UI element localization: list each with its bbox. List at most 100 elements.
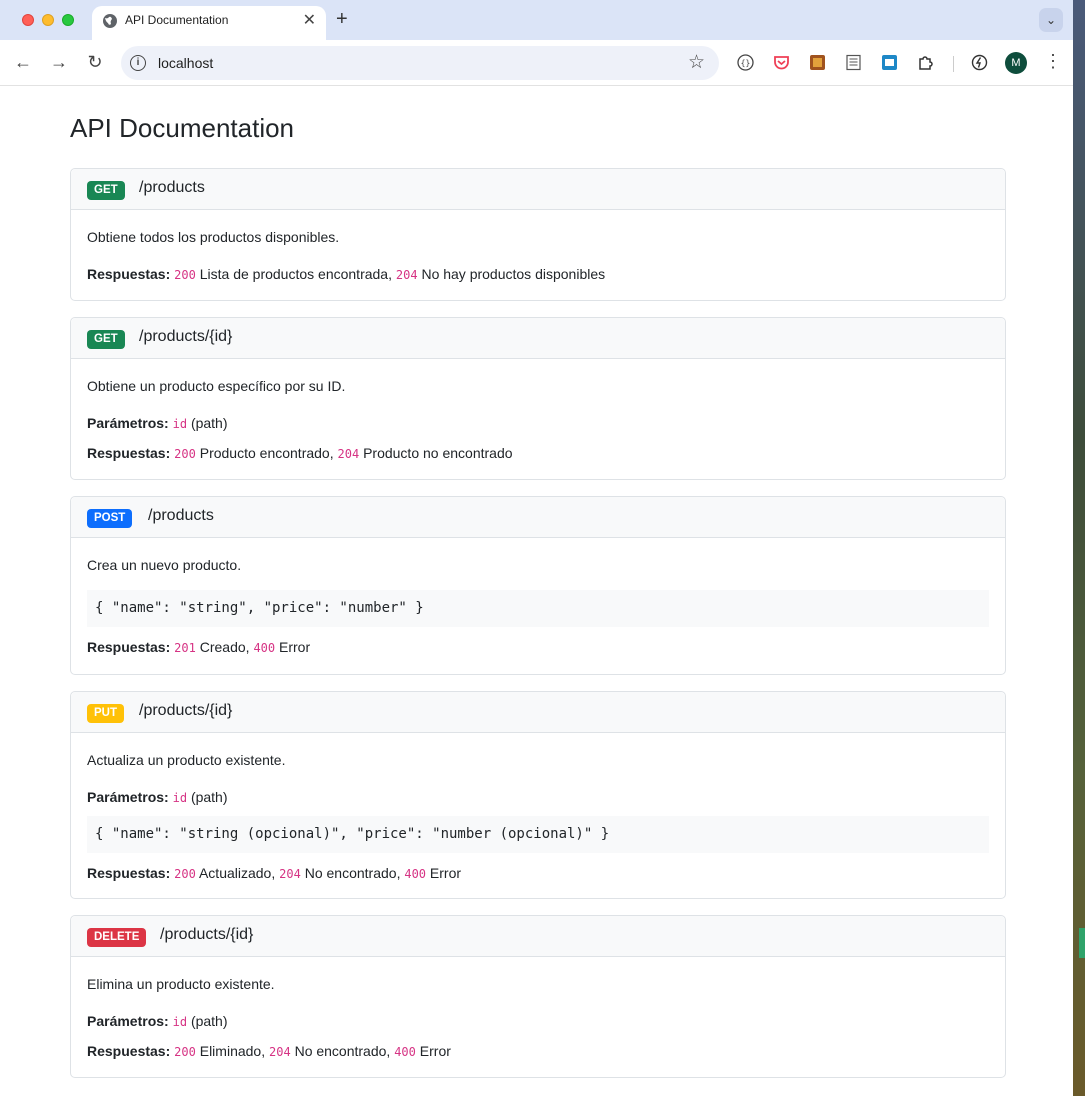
responses-label: Respuestas: xyxy=(87,1043,171,1059)
param-kind: (path) xyxy=(190,789,228,805)
endpoint-path: /products/{id} xyxy=(139,702,233,719)
status-code: 200 xyxy=(174,268,196,282)
tab-api-documentation[interactable]: API Documentation ✕ xyxy=(92,6,326,40)
zoom-window-button[interactable] xyxy=(62,14,74,26)
response-text: Error xyxy=(279,639,311,655)
response-text: Error xyxy=(429,865,462,881)
responses-label: Respuestas: xyxy=(87,445,171,461)
response-text: Actualizado xyxy=(198,865,272,881)
param-name: id xyxy=(172,791,188,805)
responses-line: Respuestas: 200 Actualizado, 204 No enco… xyxy=(87,865,462,881)
pocket-icon[interactable] xyxy=(773,54,790,71)
endpoint-description: Elimina un producto existente. xyxy=(87,976,275,992)
status-code: 400 xyxy=(394,1045,416,1059)
response-text: Producto no encontrado xyxy=(363,445,513,461)
param-name: id xyxy=(172,1015,188,1029)
profile-avatar[interactable]: M xyxy=(1005,52,1027,74)
page-title: API Documentation xyxy=(70,113,295,143)
response-text: Error xyxy=(419,1043,451,1059)
status-code: 400 xyxy=(253,641,276,655)
endpoint-header: POST /products xyxy=(71,497,1005,538)
tab-title: API Documentation xyxy=(125,13,229,27)
responses-label: Respuestas: xyxy=(87,266,171,282)
request-body-example: { "name": "string (opcional)", "price": … xyxy=(87,816,989,853)
extension-braces-icon[interactable]: {} xyxy=(737,54,754,71)
forward-icon[interactable]: → xyxy=(47,50,71,74)
method-badge-get: GET xyxy=(87,181,125,200)
minimize-window-button[interactable] xyxy=(42,14,54,26)
page-content: API Documentation GET /products Obtiene … xyxy=(0,87,1073,1096)
endpoint-card-get-product-by-id: GET /products/{id} Obtiene un producto e… xyxy=(70,317,1006,480)
response-text: No hay productos disponibles xyxy=(421,266,606,282)
status-code: 200 xyxy=(174,447,196,461)
close-window-button[interactable] xyxy=(22,14,34,26)
endpoint-header: GET /products xyxy=(71,169,1005,210)
site-info-icon[interactable]: i xyxy=(130,55,146,71)
param-kind: (path) xyxy=(190,415,228,431)
status-code: 204 xyxy=(337,447,360,461)
params-line: Parámetros: id (path) xyxy=(87,1010,989,1032)
address-bar[interactable]: i localhost ☆ xyxy=(121,46,719,80)
responses-line: Respuestas: 201 Creado, 400 Error xyxy=(87,639,311,655)
request-body-example: { "name": "string", "price": "number" } xyxy=(87,590,989,627)
extension-book-icon[interactable] xyxy=(881,54,898,71)
tab-strip: API Documentation ✕ + ⌄ xyxy=(0,0,1073,40)
responses-line: Respuestas: 200 Producto encontrado, 204… xyxy=(87,445,513,461)
reader-icon[interactable] xyxy=(845,54,862,71)
response-text: Producto encontrado xyxy=(199,445,330,461)
params-label: Parámetros: xyxy=(87,789,169,805)
response-text: No encontrado xyxy=(304,865,397,881)
responses-label: Respuestas: xyxy=(87,865,171,881)
extensions-puzzle-icon[interactable] xyxy=(917,54,934,71)
browser-toolbar: ← → ↻ i localhost ☆ {} M ⋮ xyxy=(0,40,1073,86)
url-text[interactable]: localhost xyxy=(158,55,213,71)
endpoint-path: /products xyxy=(148,507,214,524)
close-icon[interactable]: ✕ xyxy=(303,10,316,30)
bookmark-star-icon[interactable]: ☆ xyxy=(688,51,705,74)
status-code: 200 xyxy=(174,867,196,881)
response-text: Creado xyxy=(199,639,246,655)
status-code: 204 xyxy=(395,268,418,282)
param-kind: (path) xyxy=(190,1013,228,1029)
new-tab-button[interactable]: + xyxy=(336,8,348,31)
response-text: Eliminado xyxy=(199,1043,262,1059)
performance-icon[interactable] xyxy=(971,54,988,71)
back-icon[interactable]: ← xyxy=(11,50,35,74)
endpoint-card-delete-product: DELETE /products/{id} Elimina un product… xyxy=(70,915,1006,1078)
endpoint-path: /products xyxy=(139,179,205,196)
responses-line: Respuestas: 200 Lista de productos encon… xyxy=(87,266,606,282)
browser-window: API Documentation ✕ + ⌄ ← → ↻ i localhos… xyxy=(0,0,1073,1096)
endpoint-card-get-products: GET /products Obtiene todos los producto… xyxy=(70,168,1006,301)
svg-text:{}: {} xyxy=(741,59,751,68)
response-text: Lista de productos encontrada xyxy=(199,266,389,282)
status-code: 204 xyxy=(269,1045,291,1059)
params-line: Parámetros: id (path) xyxy=(87,786,989,808)
endpoint-description: Actualiza un producto existente. xyxy=(87,752,286,768)
params-label: Parámetros: xyxy=(87,415,169,431)
endpoint-header: DELETE /products/{id} xyxy=(71,916,1005,957)
endpoint-description: Crea un nuevo producto. xyxy=(87,557,242,573)
endpoint-path: /products/{id} xyxy=(160,926,254,943)
status-code: 400 xyxy=(404,867,427,881)
endpoint-card-post-products: POST /products Crea un nuevo producto. {… xyxy=(70,496,1006,675)
status-code: 204 xyxy=(279,867,301,881)
tab-search-button[interactable]: ⌄ xyxy=(1039,8,1063,32)
method-badge-post: POST xyxy=(87,509,133,528)
responses-label: Respuestas: xyxy=(87,639,171,655)
endpoint-header: GET /products/{id} xyxy=(71,318,1005,359)
method-badge-get: GET xyxy=(87,330,125,349)
params-line: Parámetros: id (path) xyxy=(87,412,989,434)
endpoint-description: Obtiene todos los productos disponibles. xyxy=(87,229,340,245)
extension-image-icon[interactable] xyxy=(809,54,826,71)
toolbar-divider xyxy=(953,56,954,72)
reload-icon[interactable]: ↻ xyxy=(83,50,107,74)
endpoint-card-put-product: PUT /products/{id} Actualiza un producto… xyxy=(70,691,1006,899)
endpoint-path: /products/{id} xyxy=(139,328,233,345)
status-code: 201 xyxy=(174,641,196,655)
endpoint-description: Obtiene un producto específico por su ID… xyxy=(87,378,346,394)
status-code: 200 xyxy=(174,1045,196,1059)
method-badge-put: PUT xyxy=(87,704,124,723)
more-menu-icon[interactable]: ⋮ xyxy=(1044,51,1062,72)
responses-line: Respuestas: 200 Eliminado, 204 No encont… xyxy=(87,1043,451,1059)
response-text: No encontrado xyxy=(294,1043,387,1059)
